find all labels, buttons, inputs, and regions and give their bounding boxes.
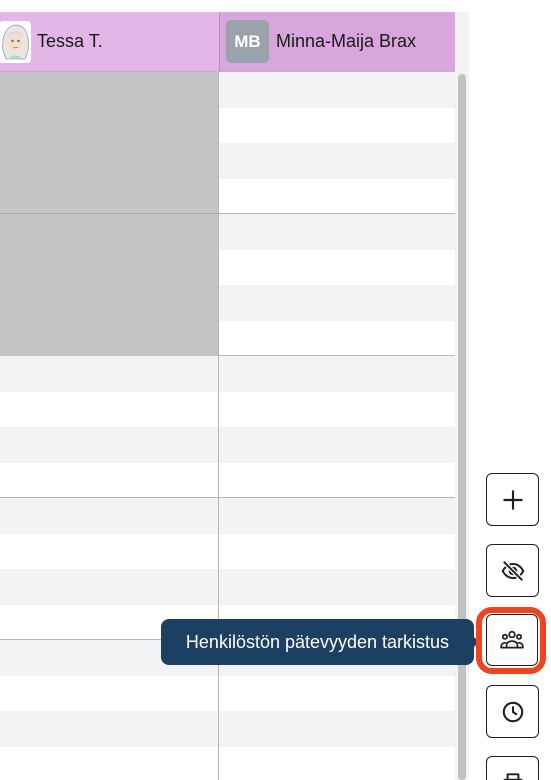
time-slot[interactable] <box>0 462 455 498</box>
avatar-illustration <box>0 20 31 63</box>
time-slot[interactable] <box>0 356 455 392</box>
toggle-visibility-button[interactable] <box>486 544 539 597</box>
time-slot[interactable] <box>0 533 455 569</box>
column-divider <box>218 72 219 780</box>
printer-icon <box>502 772 523 780</box>
column-name: Tessa T. <box>37 31 103 51</box>
time-slot[interactable] <box>0 711 455 747</box>
time-slot[interactable] <box>0 498 455 534</box>
scrollbar-thumb[interactable] <box>458 74 466 780</box>
column-name: Minna-Maija Brax <box>276 31 417 51</box>
column-header-tessa[interactable]: Tessa T. <box>0 12 219 72</box>
print-button[interactable] <box>486 756 539 780</box>
time-slot[interactable] <box>0 675 455 711</box>
time-button[interactable] <box>486 685 539 738</box>
time-slot[interactable] <box>0 427 455 463</box>
avatar <box>0 20 31 63</box>
hour-divider <box>0 213 218 214</box>
column-header-minna[interactable]: MB Minna-Maija Brax <box>219 12 455 72</box>
time-slot[interactable] <box>0 746 455 780</box>
unavailable-block <box>0 72 218 356</box>
time-slot[interactable] <box>0 569 455 605</box>
plus-icon <box>502 489 523 510</box>
highlight-ring <box>476 607 546 674</box>
eye-off-icon <box>501 559 524 582</box>
clock-icon <box>502 701 523 722</box>
avatar-initials: MB <box>226 20 269 63</box>
time-slots[interactable] <box>0 72 455 780</box>
time-slot[interactable] <box>0 391 455 427</box>
tooltip: Henkilöstön pätevyyden tarkistus <box>161 619 474 665</box>
add-button[interactable] <box>486 473 539 526</box>
hour-divider <box>0 497 455 498</box>
